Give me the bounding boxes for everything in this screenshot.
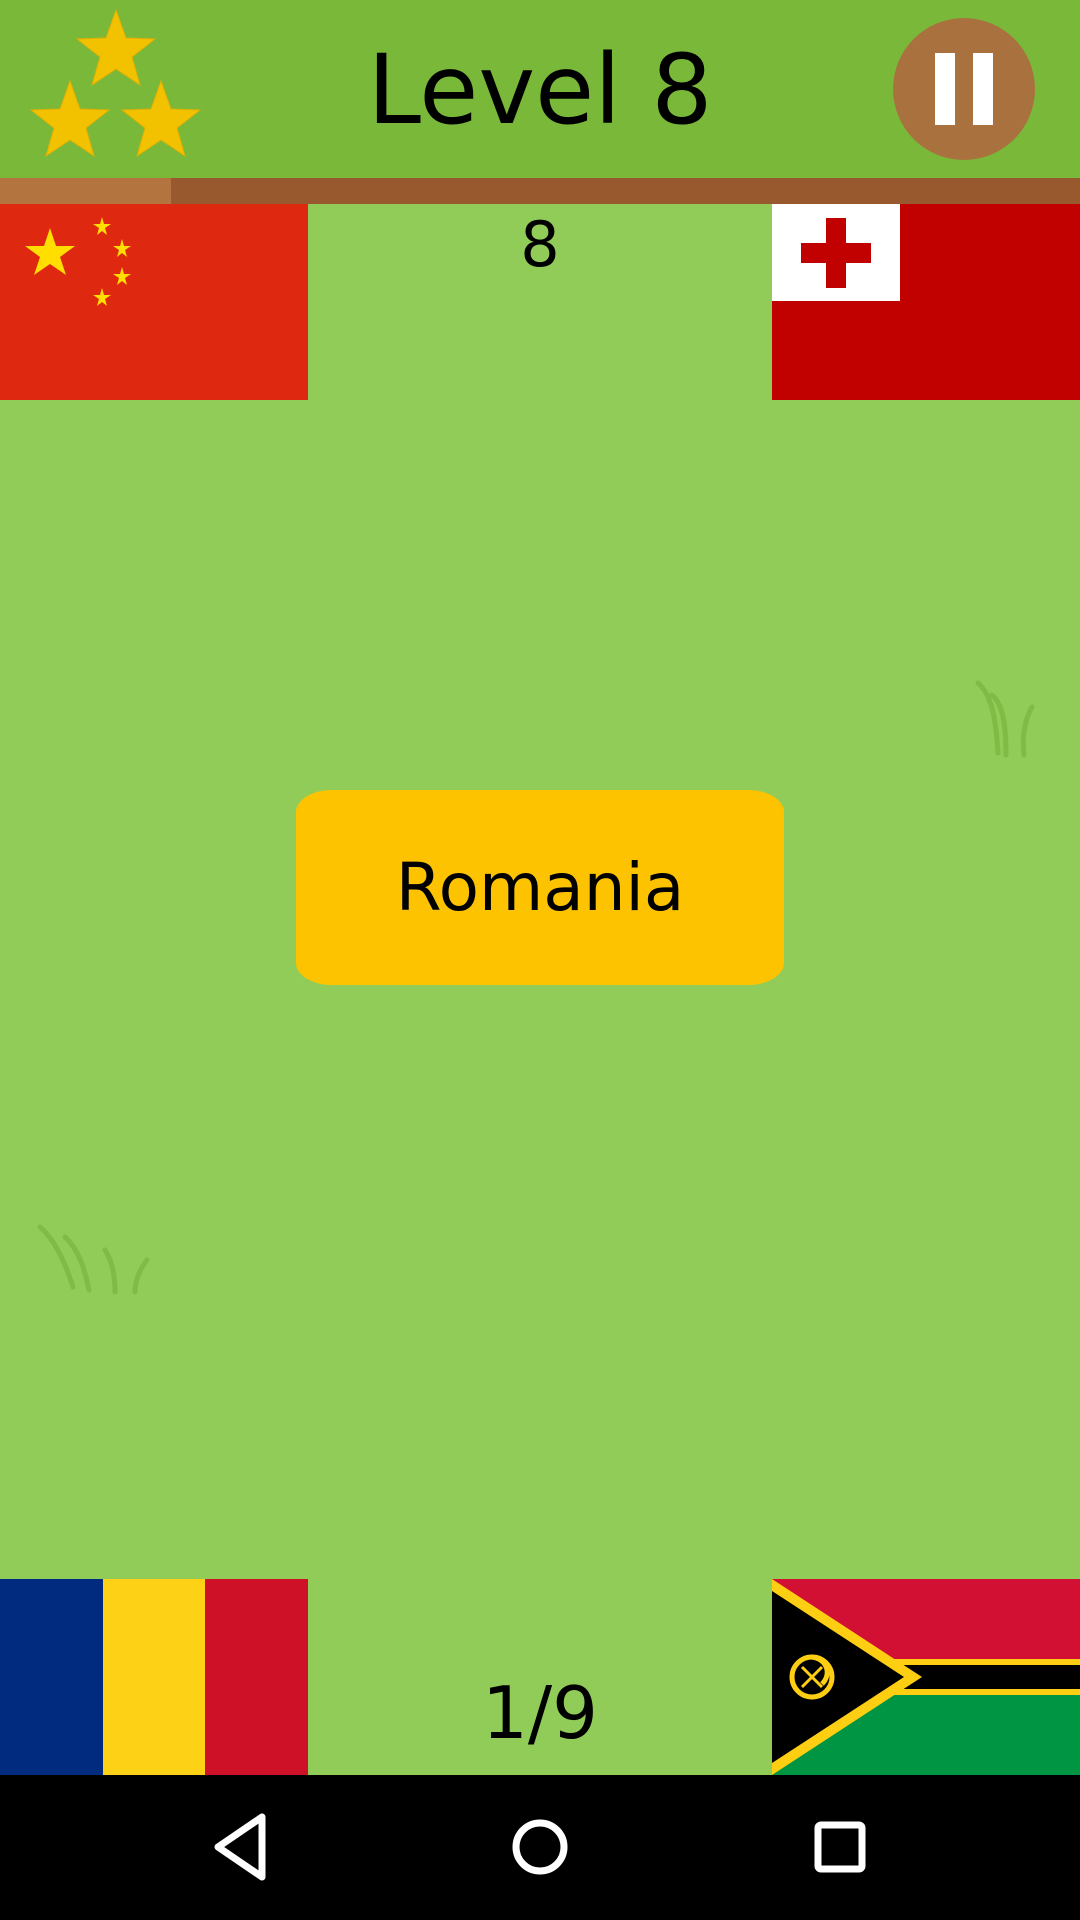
game-screen: Level 8 8 Romania 1/9 — [0, 0, 1080, 1920]
recent-apps-square-icon[interactable] — [790, 1797, 890, 1897]
home-circle-icon[interactable] — [490, 1797, 590, 1897]
system-navigation-bar — [0, 1775, 1080, 1920]
grass-decoration — [37, 1224, 150, 1295]
star-icon — [29, 79, 111, 158]
progress-fill — [0, 178, 171, 204]
flag-option-bottom-left[interactable] — [0, 1579, 308, 1775]
grass-decoration — [975, 680, 1035, 758]
star-icon — [120, 79, 202, 158]
pause-button[interactable] — [893, 18, 1035, 160]
back-triangle-icon[interactable] — [190, 1797, 290, 1897]
score-value: 8 — [520, 208, 560, 281]
china-flag-icon — [0, 204, 308, 400]
flag-option-top-right[interactable] — [772, 204, 1080, 400]
time-progress-bar — [0, 178, 1080, 204]
romania-flag-icon — [0, 1579, 308, 1775]
stars-rating — [29, 8, 202, 158]
level-title: Level 8 — [367, 34, 713, 146]
tonga-flag-icon — [772, 204, 1080, 400]
flag-option-bottom-right[interactable] — [772, 1579, 1080, 1775]
header-bar: Level 8 — [0, 0, 1080, 178]
question-counter: 1/9 — [482, 1671, 598, 1755]
vanuatu-flag-icon — [772, 1579, 1080, 1775]
country-name-card: Romania — [296, 790, 784, 985]
star-icon — [75, 8, 157, 87]
flag-option-top-left[interactable] — [0, 204, 308, 400]
